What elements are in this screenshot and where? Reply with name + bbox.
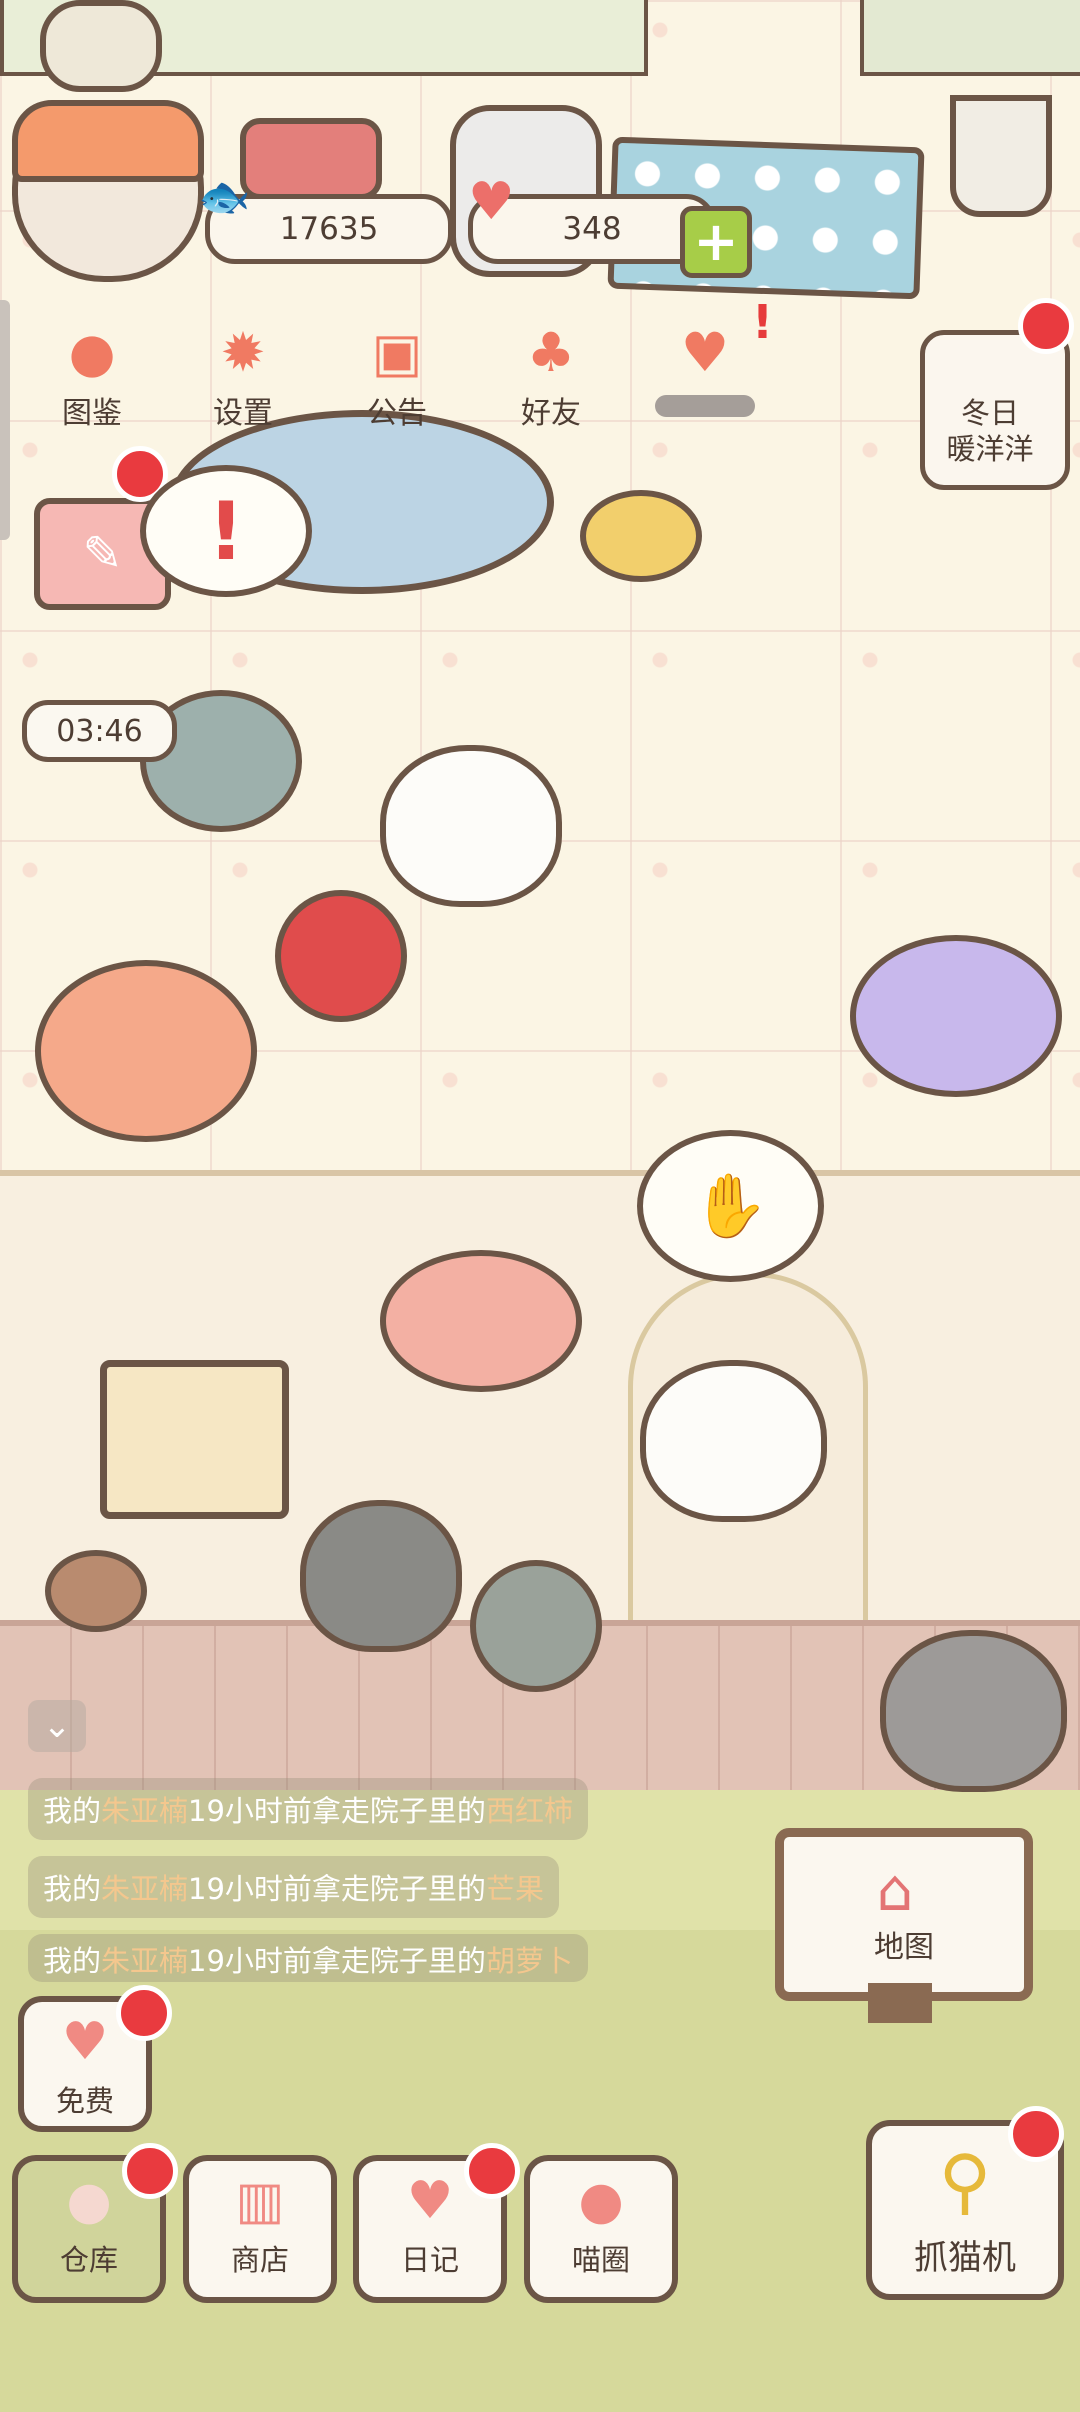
gear-icon: ✹ [220, 321, 266, 384]
shop-icon: ▥ [235, 2171, 285, 2231]
log-item: 西红柿 [485, 1794, 573, 1828]
menu-settings-label: 设置 [213, 396, 273, 431]
hand-icon: ✋ [691, 1169, 770, 1242]
pencil-icon: ✎ [82, 526, 123, 582]
teapot-decor [40, 0, 162, 92]
log-text: 19小时前拿走院子里的 [188, 1872, 486, 1906]
gift-icon: ▣ [371, 321, 423, 384]
cat-calico[interactable] [640, 1360, 827, 1522]
event-label-line1: 冬日 [960, 396, 1019, 430]
map-sign-post [868, 1983, 932, 2023]
cat-circle-button[interactable]: ● 喵圈 [524, 2155, 678, 2303]
mouse-timer: 03:46 [22, 700, 177, 762]
log-entry: 我的 朱亚楠 19小时前拿走院子里的 胡萝卜 [28, 1934, 588, 1982]
window-right [860, 0, 1080, 76]
exclamation-icon: ! [207, 484, 245, 578]
parrot-decor [275, 890, 407, 1022]
poop-item[interactable] [45, 1550, 147, 1632]
log-name: 朱亚楠 [101, 1872, 189, 1906]
menu-collection[interactable]: ● 图鉴 [27, 318, 157, 432]
notice-board [100, 1360, 289, 1519]
log-prefix: 我的 [43, 1944, 102, 1978]
log-text: 19小时前拿走院子里的 [188, 1794, 486, 1828]
yellow-stool [580, 490, 702, 582]
friends-icon: ♣ [526, 321, 576, 384]
menu-collection-label: 图鉴 [62, 396, 122, 431]
alert-exclamation-icon: ! [752, 295, 773, 349]
menu-announcement[interactable]: ▣ 公告 [332, 318, 462, 432]
timer-text: 03:46 [56, 713, 143, 749]
claw-notification-dot [1008, 2106, 1064, 2162]
menu-event[interactable]: ♥ [640, 318, 770, 388]
cat-circle-label: 喵圈 [571, 2243, 630, 2277]
log-prefix: 我的 [43, 1872, 102, 1906]
cat-gray-sitting[interactable] [300, 1500, 462, 1652]
fish-coin-value: 17635 [279, 211, 379, 247]
log-entry: 我的 朱亚楠 19小时前拿走院子里的 芒果 [28, 1856, 559, 1918]
house-icon: ⌂ [876, 1856, 914, 1924]
shop-button[interactable]: ▥ 商店 [183, 2155, 337, 2303]
shop-label: 商店 [230, 2243, 289, 2277]
menu-friends[interactable]: ♣ 好友 [486, 318, 616, 432]
storage-label: 仓库 [59, 2243, 118, 2277]
fish-icon: 🐟 [198, 172, 251, 221]
chevron-down-icon: ⌄ [42, 1706, 72, 1746]
chat-toggle-button[interactable]: ⌄ [28, 1700, 86, 1752]
log-name: 朱亚楠 [101, 1794, 189, 1828]
log-item: 芒果 [485, 1872, 544, 1906]
log-name: 朱亚楠 [101, 1944, 189, 1978]
menu-announcement-label: 公告 [367, 396, 427, 431]
add-hearts-button[interactable]: + [680, 206, 752, 278]
cat-planet-icon: ● [578, 2171, 624, 2231]
log-entry: 我的 朱亚楠 19小时前拿走院子里的 西红柿 [28, 1778, 588, 1840]
log-text: 19小时前拿走院子里的 [188, 1944, 486, 1978]
log-item: 胡萝卜 [485, 1944, 573, 1978]
event-label-line2: 暖洋洋 [946, 432, 1034, 466]
heart-value: 348 [562, 211, 622, 247]
avatar-sushi-hat [12, 100, 204, 182]
tulip-pot [470, 1560, 602, 1692]
heart-icon: ♥ [468, 172, 515, 232]
event-icon: ♥ [680, 321, 730, 384]
cat-tabby[interactable] [880, 1630, 1067, 1792]
event-progress-bar [655, 395, 755, 417]
map-label: 地图 [874, 1930, 934, 1965]
menu-settings[interactable]: ✹ 设置 [178, 318, 308, 432]
hydrangea-pot-orange [35, 960, 257, 1142]
edge-swipe-handle[interactable] [0, 300, 10, 540]
free-label: 免费 [55, 2084, 114, 2118]
hydrangea-pot-purple [850, 935, 1062, 1097]
umbrella-cup [950, 95, 1052, 217]
claw-machine-label: 抓猫机 [914, 2238, 1016, 2278]
menu-friends-label: 好友 [521, 396, 581, 431]
log-prefix: 我的 [43, 1794, 102, 1828]
hanging-flower-basket [380, 1250, 582, 1392]
free-notification-dot [116, 1985, 172, 2041]
alert-bubble[interactable]: ! [140, 465, 312, 597]
diary-notification-dot [464, 2143, 520, 2199]
cat-face-icon: ● [68, 321, 116, 384]
cat-white-gray[interactable] [380, 745, 562, 907]
pet-hand-bubble[interactable]: ✋ [637, 1130, 824, 1282]
event-notification-dot [1018, 298, 1074, 354]
diary-label: 日记 [400, 2243, 459, 2277]
event-winter-label: 冬日 暖洋洋 [920, 395, 1060, 467]
storage-notification-dot [122, 2143, 178, 2199]
